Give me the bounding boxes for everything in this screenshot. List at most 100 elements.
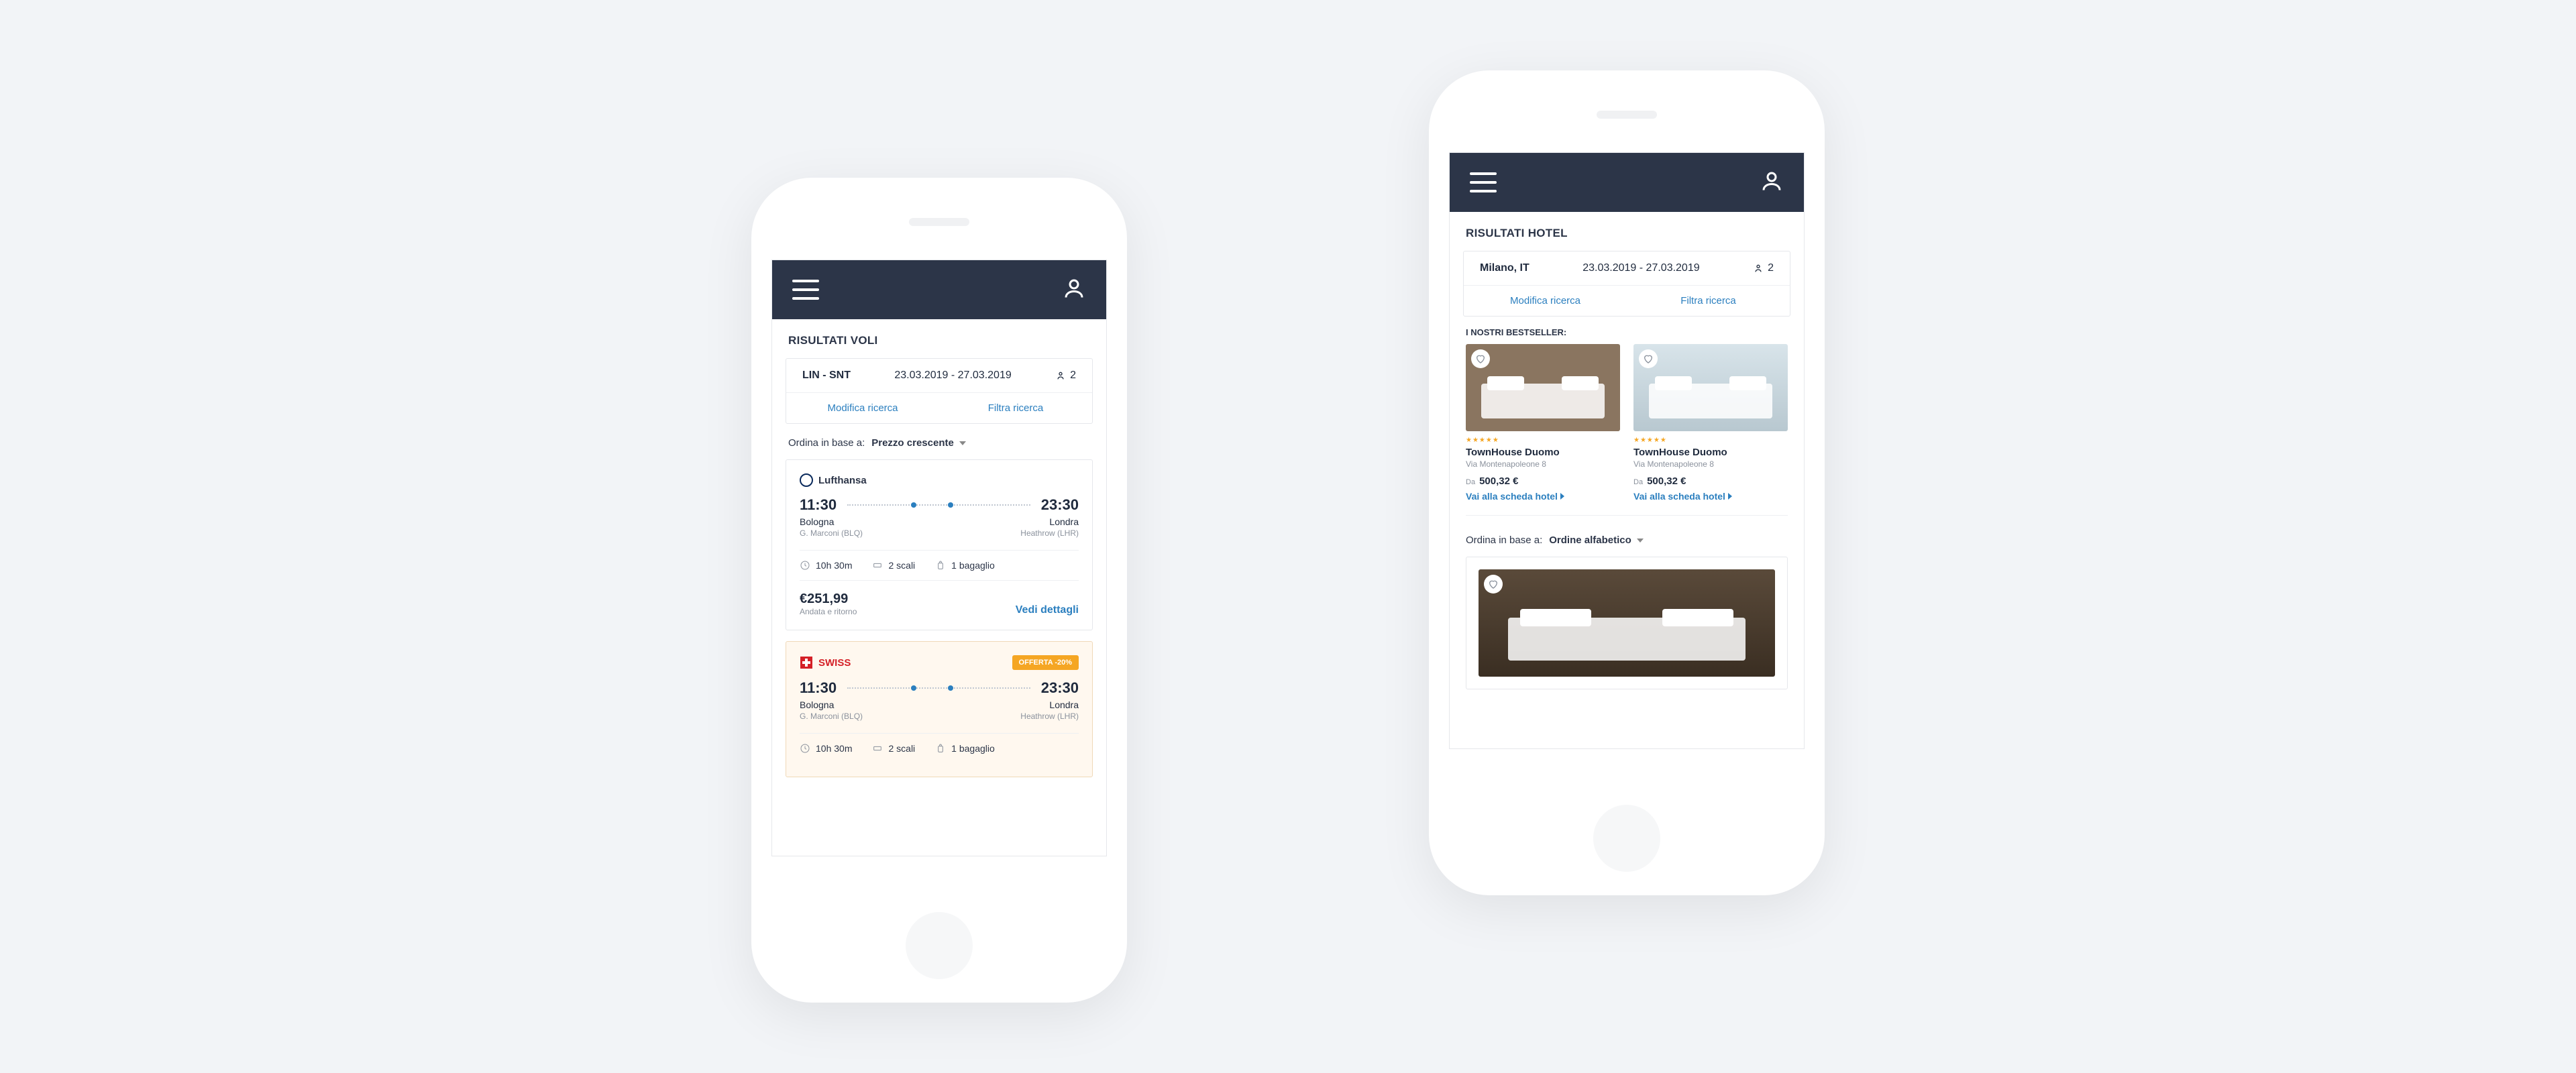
departure-time: 11:30 [800,496,837,514]
hotel-details-link[interactable]: Vai alla scheda hotel [1466,491,1620,502]
hotel-card[interactable]: ★★★★★ TownHouse Duomo Via Montenapoleone… [1633,344,1788,502]
route-line [847,504,1030,506]
arrival-city: Londra [1049,516,1079,527]
baggage-info: 1 bagaglio [935,743,995,754]
stops-icon [872,560,883,571]
stops-info: 2 scali [872,560,915,571]
arrival-time: 23:30 [1041,496,1079,514]
hotel-address: Via Montenapoleone 8 [1633,459,1788,469]
view-details-link[interactable]: Vedi dettagli [1016,604,1079,616]
search-dates: 23.03.2019 - 27.03.2019 [894,370,1011,382]
filter-search-link[interactable]: Filtra ricerca [1627,286,1790,316]
departure-city: Bologna [800,516,834,527]
heart-icon [1643,353,1654,364]
departure-code: G. Marconi (BLQ) [800,528,863,538]
favorite-button[interactable] [1471,349,1490,368]
hotel-price: 500,32 € [1479,475,1518,487]
lufthansa-logo-icon [800,473,813,487]
bestseller-row: ★★★★★ TownHouse Duomo Via Montenapoleone… [1450,344,1804,515]
star-rating: ★★★★★ [1633,437,1788,444]
duration-info: 10h 30m [800,560,852,571]
stops-info: 2 scali [872,743,915,754]
sort-select[interactable]: Ordine alfabetico [1549,534,1644,546]
hotel-result-card[interactable] [1466,557,1788,689]
flight-card-offer: SWISS OFFERTA -20% 11:30 23:30 Bologna L… [786,641,1093,777]
person-icon [1055,370,1066,381]
sort-label: Ordina in base a: [788,437,865,449]
price-from-label: Da [1633,478,1643,486]
hotel-name: TownHouse Duomo [1633,447,1788,458]
flight-card: Lufthansa 11:30 23:30 Bologna Londra G. … [786,459,1093,630]
home-button[interactable] [906,912,973,979]
heart-icon [1488,579,1499,589]
hotels-screen: RISULTATI HOTEL Milano, IT 23.03.2019 - … [1449,152,1805,749]
arrival-code: Heathrow (LHR) [1020,712,1079,721]
favorite-button[interactable] [1639,349,1658,368]
arrival-code: Heathrow (LHR) [1020,528,1079,538]
hotel-details-link[interactable]: Vai alla scheda hotel [1633,491,1788,502]
heart-icon [1475,353,1486,364]
route-line [847,687,1030,689]
baggage-icon [935,560,946,571]
arrival-time: 23:30 [1041,679,1079,697]
search-location: Milano, IT [1480,262,1529,274]
bestseller-label: I NOSTRI BESTSELLER: [1450,322,1804,344]
user-icon[interactable] [1760,169,1784,196]
baggage-icon [935,743,946,754]
sort-label: Ordina in base a: [1466,534,1542,546]
price-from-label: Da [1466,478,1475,486]
search-summary: Milano, IT 23.03.2019 - 27.03.2019 2 Mod… [1463,251,1790,317]
home-button[interactable] [1593,805,1660,872]
duration-info: 10h 30m [800,743,852,754]
person-icon [1753,263,1764,274]
flight-price: €251,99 [800,591,857,607]
divider [1466,515,1788,516]
hotel-card[interactable]: ★★★★★ TownHouse Duomo Via Montenapoleone… [1466,344,1620,502]
hotel-image [1633,344,1788,431]
favorite-button[interactable] [1484,575,1503,594]
speaker [909,218,969,226]
departure-city: Bologna [800,699,834,710]
modify-search-link[interactable]: Modifica ricerca [786,393,939,423]
departure-code: G. Marconi (BLQ) [800,712,863,721]
user-icon[interactable] [1062,276,1086,304]
app-header [1450,153,1804,212]
filter-search-link[interactable]: Filtra ricerca [939,393,1092,423]
departure-time: 11:30 [800,679,837,697]
menu-icon[interactable] [792,280,819,300]
sort-select[interactable]: Prezzo crescente [871,437,966,449]
baggage-info: 1 bagaglio [935,560,995,571]
flights-screen: RISULTATI VOLI LIN - SNT 23.03.2019 - 27… [771,260,1107,856]
search-summary: LIN - SNT 23.03.2019 - 27.03.2019 2 Modi… [786,358,1093,424]
arrival-city: Londra [1049,699,1079,710]
swiss-logo-icon [800,656,813,669]
page-title: RISULTATI VOLI [772,319,1106,358]
hotel-name: TownHouse Duomo [1466,447,1620,458]
search-guests: 2 [1753,262,1774,274]
search-guests: 2 [1055,370,1076,382]
chevron-down-icon [1637,539,1644,543]
modify-search-link[interactable]: Modifica ricerca [1464,286,1627,316]
search-dates: 23.03.2019 - 27.03.2019 [1582,262,1699,274]
star-rating: ★★★★★ [1466,437,1620,444]
sort-row: Ordina in base a: Ordine alfabetico [1450,526,1804,557]
hotel-image [1466,344,1620,431]
app-header [772,260,1106,319]
chevron-right-icon [1560,493,1564,500]
page-title: RISULTATI HOTEL [1450,212,1804,251]
search-route: LIN - SNT [802,370,851,382]
airline-name: Lufthansa [800,473,867,487]
clock-icon [800,560,810,571]
hotel-image [1479,569,1775,677]
stops-icon [872,743,883,754]
airline-name: SWISS [800,656,851,669]
speaker [1597,111,1657,119]
phone-frame-hotels: RISULTATI HOTEL Milano, IT 23.03.2019 - … [1429,70,1825,895]
price-sublabel: Andata e ritorno [800,607,857,616]
menu-icon[interactable] [1470,172,1497,192]
sort-row: Ordina in base a: Prezzo crescente [772,429,1106,459]
phone-frame-flights: RISULTATI VOLI LIN - SNT 23.03.2019 - 27… [751,178,1127,1003]
chevron-down-icon [959,441,966,445]
hotel-price: 500,32 € [1647,475,1686,487]
clock-icon [800,743,810,754]
